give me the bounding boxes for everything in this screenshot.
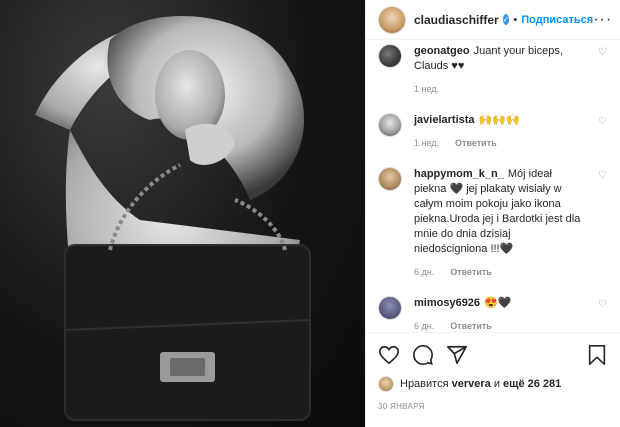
- follow-button[interactable]: Подписаться: [521, 14, 593, 26]
- likes-prefix: Нравится: [400, 378, 449, 390]
- comment-time: 1 нед.: [414, 84, 440, 94]
- reply-button[interactable]: Ответить: [450, 265, 492, 280]
- likes-text: Нравится ververa и ещё 26 281: [400, 378, 561, 390]
- post-photo[interactable]: [0, 0, 365, 427]
- bookmark-icon[interactable]: [586, 344, 608, 366]
- comment-avatar[interactable]: [378, 44, 402, 68]
- comment-time: 6 дн.: [414, 321, 435, 331]
- comment-icon[interactable]: [412, 344, 434, 366]
- comment-like-icon[interactable]: ♡: [598, 48, 608, 58]
- comment-avatar[interactable]: [378, 167, 402, 191]
- comment-username[interactable]: javielartista: [414, 114, 475, 126]
- reply-button[interactable]: Ответить: [450, 319, 492, 332]
- comment-time: 6 дн.: [414, 267, 435, 277]
- comment-username[interactable]: mimosy6926: [414, 297, 480, 309]
- header-separator: •: [513, 13, 518, 26]
- comment-username[interactable]: happymom_k_n_: [414, 168, 504, 180]
- likes-count[interactable]: ещё 26 281: [503, 378, 561, 390]
- liker-avatar[interactable]: [378, 376, 394, 392]
- post-date[interactable]: 30 ЯНВАРЯ: [366, 396, 620, 411]
- instagram-post: claudiaschiffer ✓ • Подписаться ··· geon…: [0, 0, 620, 427]
- comment-username[interactable]: geonatgeo: [414, 45, 470, 57]
- comment-like-icon[interactable]: ♡: [598, 171, 608, 181]
- comment-item: javielartista 🙌🙌🙌 1 нед. Ответить ♡: [378, 113, 608, 151]
- comments-list[interactable]: geonatgeo Juant your biceps, Clauds ♥♥ 1 …: [366, 40, 620, 332]
- likes-middle: и: [493, 378, 500, 390]
- comment-text: Mój ideał piekna 🖤 jej plakaty wisiały w…: [414, 168, 581, 255]
- comment-item: geonatgeo Juant your biceps, Clauds ♥♥ 1 …: [378, 44, 608, 97]
- like-icon[interactable]: [378, 344, 400, 366]
- post-sidebar: claudiaschiffer ✓ • Подписаться ··· geon…: [365, 0, 620, 427]
- verified-badge-icon: ✓: [502, 14, 510, 25]
- comment-avatar[interactable]: [378, 296, 402, 320]
- comment-text: 😍🖤: [484, 297, 512, 309]
- comment-item: mimosy6926 😍🖤 6 дн. Ответить ♡: [378, 296, 608, 332]
- author-username[interactable]: claudiaschiffer: [414, 13, 499, 27]
- comment-item: happymom_k_n_ Mój ideał piekna 🖤 jej plak…: [378, 167, 608, 280]
- author-avatar[interactable]: [378, 5, 406, 34]
- comment-text: 🙌🙌🙌: [478, 114, 520, 126]
- post-header: claudiaschiffer ✓ • Подписаться ···: [366, 0, 620, 40]
- comment-like-icon[interactable]: ♡: [598, 300, 608, 310]
- reply-button[interactable]: Ответить: [455, 136, 497, 151]
- comment-time: 1 нед.: [414, 138, 440, 148]
- more-options-icon[interactable]: ···: [593, 11, 612, 29]
- liker-username[interactable]: ververa: [452, 378, 491, 390]
- comment-avatar[interactable]: [378, 113, 402, 137]
- share-icon[interactable]: [446, 344, 468, 366]
- likes-summary: Нравится ververa и ещё 26 281: [366, 372, 620, 396]
- photo-illustration: [35, 16, 311, 421]
- comment-like-icon[interactable]: ♡: [598, 117, 608, 127]
- action-bar: [366, 332, 620, 372]
